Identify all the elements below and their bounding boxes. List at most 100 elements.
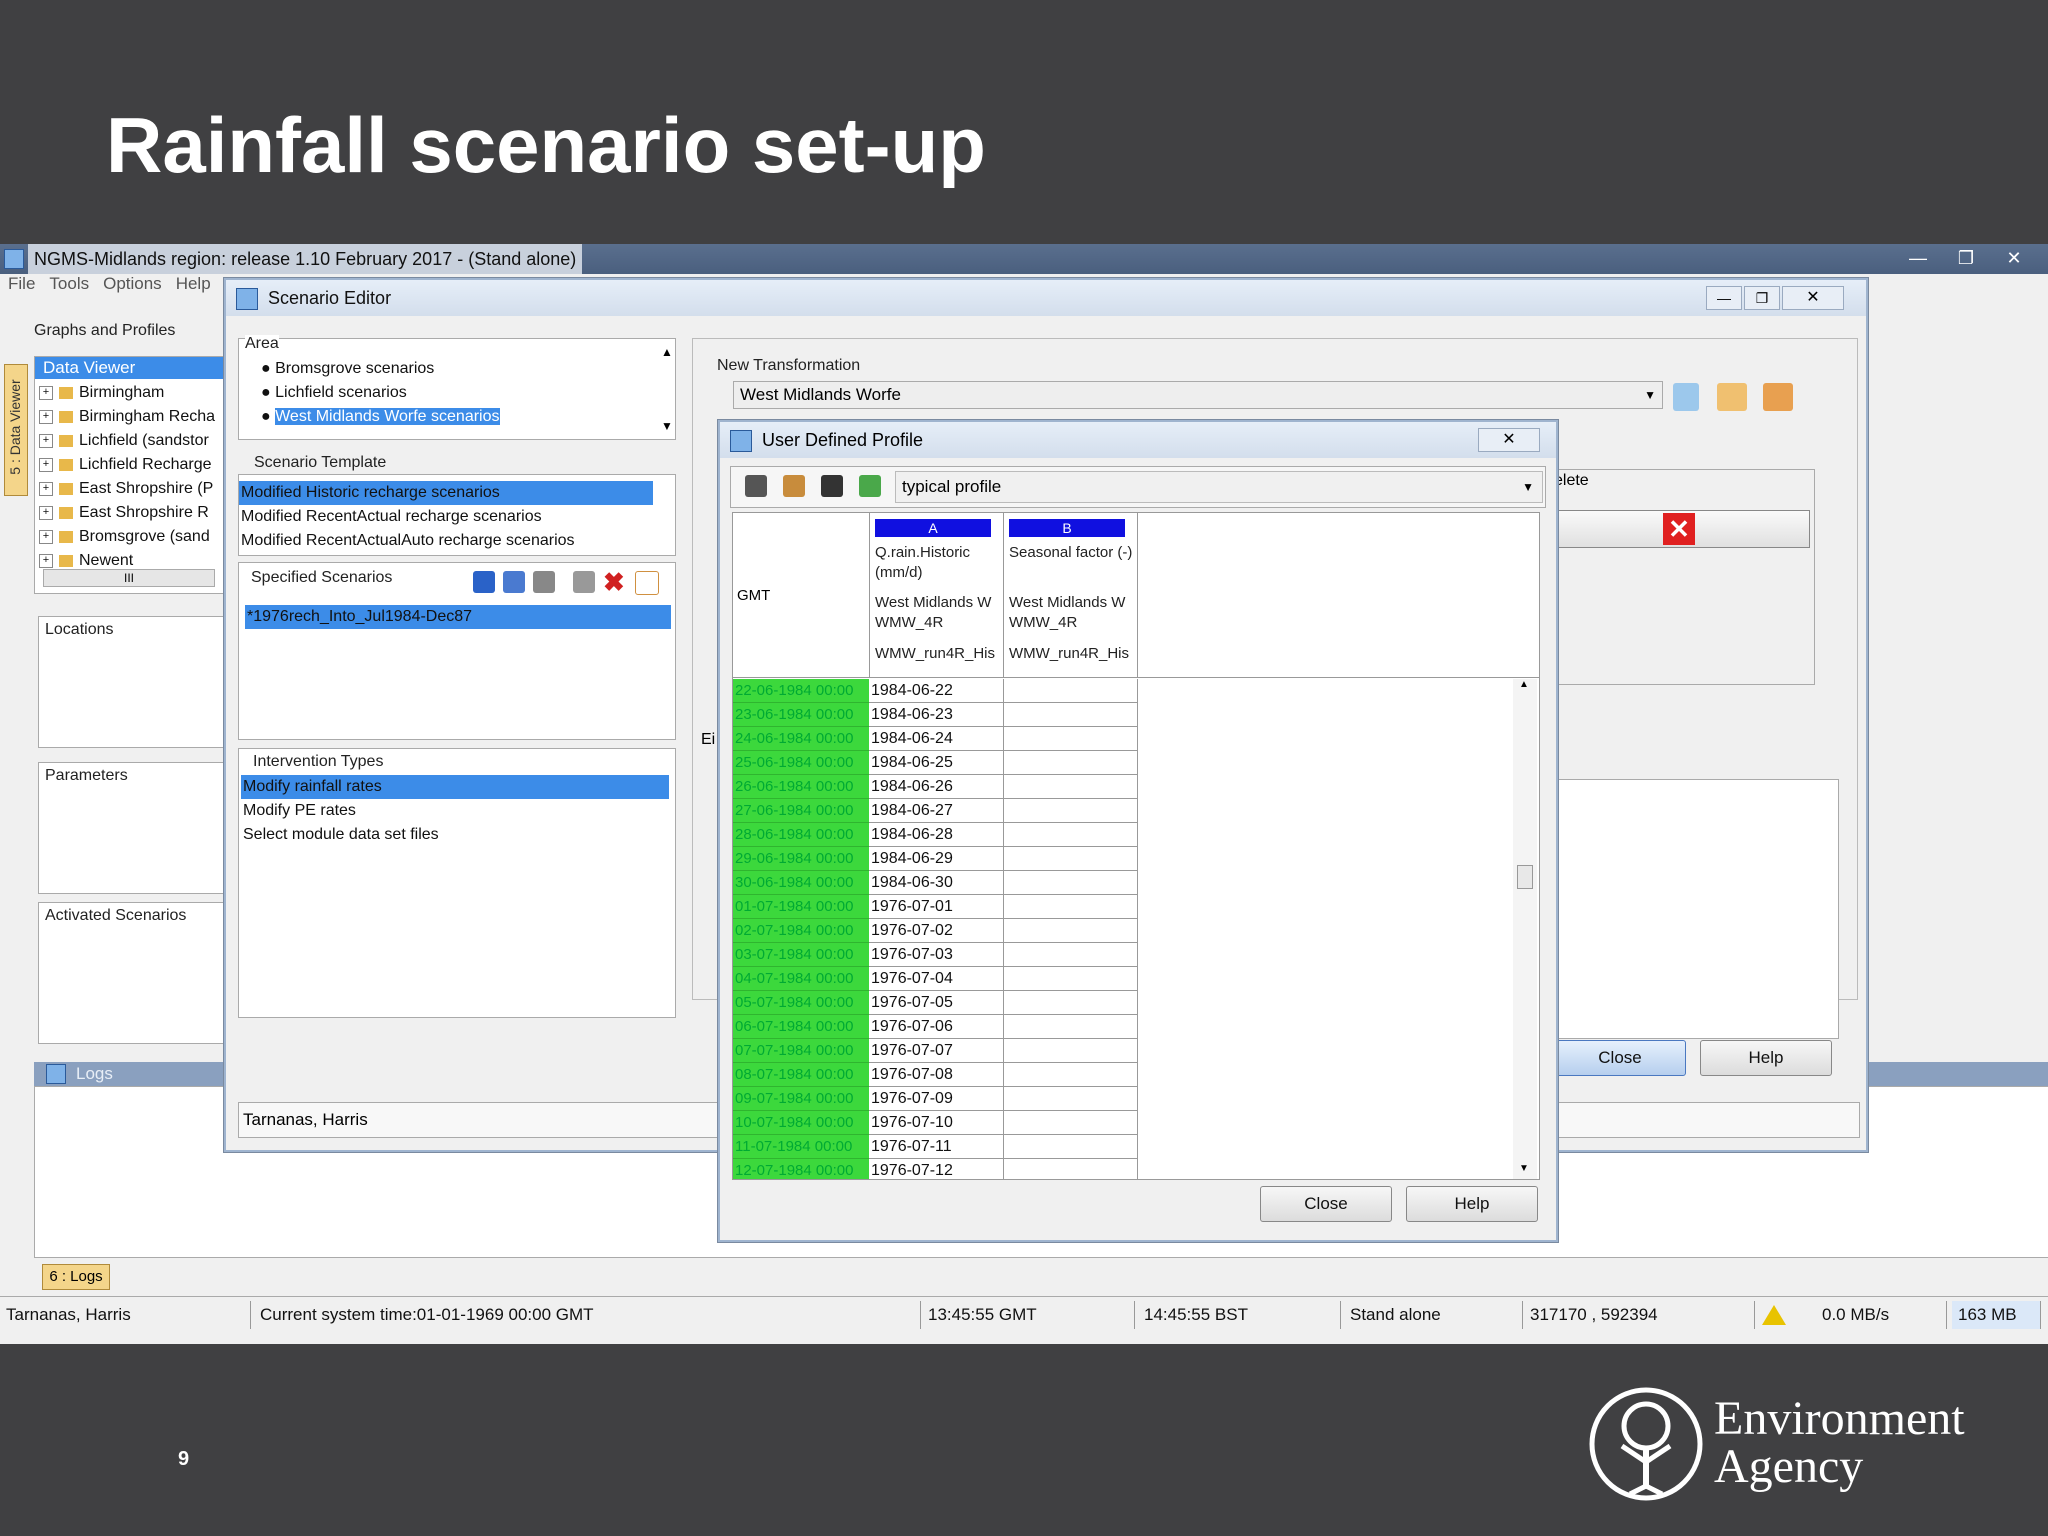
- warning-icon[interactable]: [1762, 1305, 1786, 1325]
- intervention-item[interactable]: Select module data set files: [241, 823, 439, 847]
- udp-help-button[interactable]: Help: [1406, 1186, 1538, 1222]
- value-cell-b[interactable]: [1003, 703, 1138, 727]
- scroll-down-icon[interactable]: ▼: [661, 419, 673, 433]
- expand-icon[interactable]: +: [39, 385, 53, 400]
- tree-item[interactable]: + Lichfield (sandstor: [39, 429, 209, 453]
- expand-icon[interactable]: +: [39, 529, 53, 544]
- scroll-thumb[interactable]: [1517, 865, 1533, 889]
- value-cell-b[interactable]: [1003, 1063, 1138, 1087]
- vertical-scrollbar[interactable]: ▲ ▼: [1513, 679, 1537, 1179]
- value-cell-b[interactable]: [1003, 799, 1138, 823]
- area-item-selected[interactable]: ● West Midlands Worfe scenarios: [259, 405, 500, 429]
- tree-item[interactable]: + Birmingham Recha: [39, 405, 215, 429]
- value-cell-a[interactable]: 1976-07-09: [869, 1087, 1004, 1111]
- value-cell-b[interactable]: [1003, 1135, 1138, 1159]
- value-cell-a[interactable]: 1984-06-25: [869, 751, 1004, 775]
- value-cell-b[interactable]: [1003, 991, 1138, 1015]
- value-cell-a[interactable]: 1984-06-26: [869, 775, 1004, 799]
- value-cell-a[interactable]: 1984-06-27: [869, 799, 1004, 823]
- logs-tab[interactable]: 6 : Logs: [42, 1264, 110, 1290]
- value-cell-a[interactable]: 1984-06-22: [869, 679, 1004, 703]
- export-icon[interactable]: [859, 475, 881, 497]
- document-icon[interactable]: [573, 571, 595, 593]
- value-cell-b[interactable]: [1003, 967, 1138, 991]
- menu-help[interactable]: Help: [176, 274, 211, 293]
- transformation-select[interactable]: West Midlands Worfe ▼: [733, 381, 1663, 409]
- menu-options[interactable]: Options: [103, 274, 162, 293]
- value-cell-b[interactable]: [1003, 847, 1138, 871]
- expand-icon[interactable]: +: [39, 481, 53, 496]
- area-item[interactable]: ● Bromsgrove scenarios: [259, 357, 434, 381]
- scenario-help-button[interactable]: Help: [1700, 1040, 1832, 1076]
- value-cell-a[interactable]: 1976-07-05: [869, 991, 1004, 1015]
- value-cell-b[interactable]: [1003, 1039, 1138, 1063]
- value-cell-a[interactable]: 1976-07-01: [869, 895, 1004, 919]
- scroll-up-icon[interactable]: ▲: [1519, 679, 1529, 690]
- udp-close-icon[interactable]: ✕: [1478, 428, 1540, 452]
- scenario-close-button[interactable]: Close: [1554, 1040, 1686, 1076]
- value-cell-b[interactable]: [1003, 823, 1138, 847]
- template-item-selected[interactable]: Modified Historic recharge scenarios: [239, 481, 653, 505]
- delete-button[interactable]: ✕: [1554, 510, 1810, 548]
- minimize-icon[interactable]: —: [1898, 246, 1938, 270]
- expand-icon[interactable]: +: [39, 553, 53, 568]
- expand-icon[interactable]: +: [39, 433, 53, 448]
- menu-tools[interactable]: Tools: [49, 274, 89, 293]
- value-cell-a[interactable]: 1984-06-30: [869, 871, 1004, 895]
- table-icon[interactable]: [1673, 383, 1699, 411]
- value-cell-b[interactable]: [1003, 919, 1138, 943]
- template-item[interactable]: Modified RecentActualAuto recharge scena…: [239, 529, 575, 553]
- save-icon[interactable]: [473, 571, 495, 593]
- new-icon[interactable]: [635, 571, 659, 595]
- restore-icon[interactable]: ❐: [1946, 246, 1986, 270]
- template-item[interactable]: Modified RecentActual recharge scenarios: [239, 505, 542, 529]
- menu-file[interactable]: File: [8, 274, 35, 293]
- column-a-header[interactable]: A Q.rain.Historic (mm/d) West Midlands W…: [869, 513, 1004, 677]
- value-cell-b[interactable]: [1003, 727, 1138, 751]
- value-cell-a[interactable]: 1976-07-12: [869, 1159, 1004, 1179]
- scenario-close-icon[interactable]: ✕: [1782, 286, 1844, 310]
- scenario-restore-icon[interactable]: ❐: [1744, 286, 1780, 310]
- chart-icon[interactable]: [783, 475, 805, 497]
- value-cell-a[interactable]: 1984-06-24: [869, 727, 1004, 751]
- grid-edit-icon[interactable]: [1763, 383, 1793, 411]
- intervention-item-selected[interactable]: Modify rainfall rates: [241, 775, 669, 799]
- value-cell-a[interactable]: 1976-07-02: [869, 919, 1004, 943]
- profile-select[interactable]: typical profile ▼: [895, 471, 1543, 503]
- value-cell-b[interactable]: [1003, 1111, 1138, 1135]
- value-cell-b[interactable]: [1003, 1087, 1138, 1111]
- value-cell-b[interactable]: [1003, 751, 1138, 775]
- specified-item-selected[interactable]: *1976rech_Into_Jul1984-Dec87: [245, 605, 671, 629]
- value-cell-b[interactable]: [1003, 871, 1138, 895]
- area-item[interactable]: ● Lichfield scenarios: [259, 381, 407, 405]
- column-b-header[interactable]: B Seasonal factor (-) West Midlands W WM…: [1003, 513, 1138, 677]
- value-cell-b[interactable]: [1003, 943, 1138, 967]
- save-icon[interactable]: [821, 475, 843, 497]
- value-cell-a[interactable]: 1984-06-23: [869, 703, 1004, 727]
- data-viewer-side-tab[interactable]: 5 : Data Viewer: [4, 364, 28, 496]
- copy-icon[interactable]: [533, 571, 555, 593]
- value-cell-a[interactable]: 1976-07-03: [869, 943, 1004, 967]
- value-cell-b[interactable]: [1003, 1015, 1138, 1039]
- value-cell-b[interactable]: [1003, 895, 1138, 919]
- expand-icon[interactable]: +: [39, 505, 53, 520]
- tree-item[interactable]: + East Shropshire R: [39, 501, 209, 525]
- value-cell-a[interactable]: 1976-07-10: [869, 1111, 1004, 1135]
- value-cell-b[interactable]: [1003, 1159, 1138, 1179]
- tree-item[interactable]: + Bromsgrove (sand: [39, 525, 210, 549]
- grid-icon[interactable]: [1717, 383, 1747, 411]
- value-cell-b[interactable]: [1003, 775, 1138, 799]
- scenario-minimize-icon[interactable]: —: [1706, 286, 1742, 310]
- scroll-up-icon[interactable]: ▲: [661, 345, 673, 359]
- tree-item[interactable]: + Lichfield Recharge: [39, 453, 212, 477]
- value-cell-a[interactable]: 1976-07-06: [869, 1015, 1004, 1039]
- close-icon[interactable]: ✕: [1994, 246, 2034, 270]
- value-cell-a[interactable]: 1976-07-04: [869, 967, 1004, 991]
- value-cell-a[interactable]: 1984-06-28: [869, 823, 1004, 847]
- value-cell-b[interactable]: [1003, 679, 1138, 703]
- tree-item[interactable]: + East Shropshire (P: [39, 477, 213, 501]
- value-cell-a[interactable]: 1976-07-11: [869, 1135, 1004, 1159]
- tree-scrollbar[interactable]: III: [43, 569, 215, 587]
- save-as-icon[interactable]: [503, 571, 525, 593]
- intervention-item[interactable]: Modify PE rates: [241, 799, 356, 823]
